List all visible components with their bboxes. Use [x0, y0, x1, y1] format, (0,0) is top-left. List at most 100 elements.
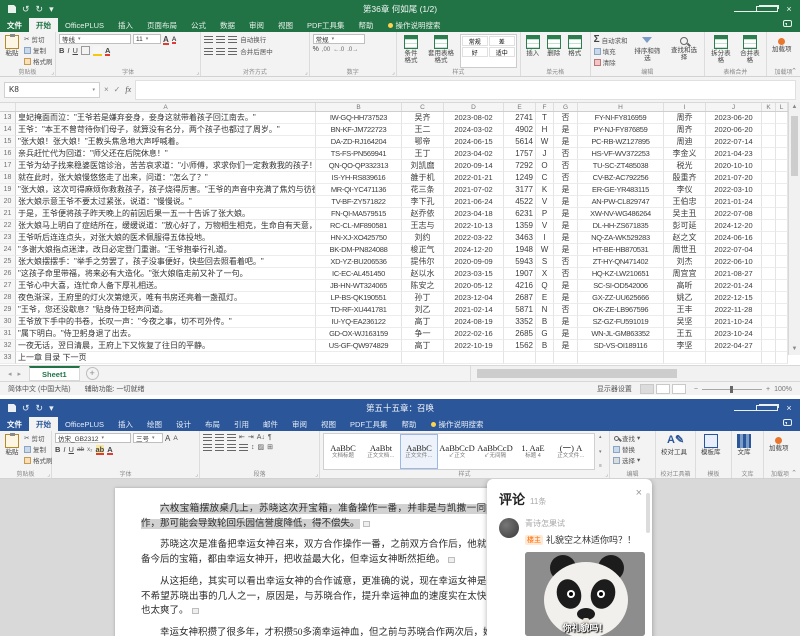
excel-tab-insert[interactable]: 插入	[111, 18, 140, 32]
sheet-next-icon[interactable]: ▸	[18, 370, 22, 378]
align-left-icon[interactable]	[203, 443, 212, 451]
dialog-launcher-icon[interactable]: ⌟	[305, 69, 308, 76]
copy-button[interactable]: 复制	[24, 45, 53, 55]
grow-font-icon[interactable]: A	[165, 434, 170, 443]
excel-row[interactable]: 26 "这孩子命里带福，将来必有大造化。"张大娘临走前又补了一句。 IC-EC-…	[0, 268, 800, 280]
style-chip[interactable]: AaBbt 正文文档…	[363, 435, 399, 468]
align-left-icon[interactable]	[204, 47, 213, 55]
excel-horizontal-scrollbar[interactable]	[470, 366, 800, 381]
excel-row[interactable]: 27 王爷心中大喜，连忙命人备下厚礼相送。 JB-HN-WT324065 陈安之…	[0, 280, 800, 292]
library-button[interactable]: 文库	[735, 433, 753, 470]
styles-gallery[interactable]: AaBbC 文档标题 AaBbt 正文文档… AaBbC 正文文件…	[323, 433, 595, 470]
underline-button[interactable]: U	[73, 46, 78, 55]
avatar[interactable]	[499, 518, 519, 538]
excel-tab-review[interactable]: 审阅	[242, 18, 271, 32]
restore-button[interactable]	[756, 4, 778, 14]
gallery-up-icon[interactable]: ▴	[599, 434, 602, 440]
strikethrough-icon[interactable]: ab	[77, 446, 84, 453]
scrollbar-thumb[interactable]	[791, 116, 798, 176]
gallery-down-icon[interactable]: ▾	[599, 449, 602, 455]
number-format-select[interactable]: 常规▾	[313, 34, 365, 44]
excel-row[interactable]: 28 夜色渐深，王府里的灯火次第熄灭，唯有书房还亮着一盏孤灯。 LP-BS-QK…	[0, 292, 800, 304]
normal-view-button[interactable]	[640, 384, 654, 394]
dialog-launcher-icon[interactable]: ⌟	[605, 471, 608, 478]
minimize-button[interactable]	[734, 4, 756, 14]
addins-button[interactable]: 加载项	[770, 34, 794, 68]
excel-tab-home[interactable]: 开始	[29, 18, 58, 32]
close-icon[interactable]: ×	[636, 487, 642, 499]
word-tab-file[interactable]: 文件	[0, 417, 29, 431]
confirm-entry-icon[interactable]: ✓	[114, 85, 121, 94]
redo-icon[interactable]: ↻	[36, 403, 44, 414]
comma-style-button[interactable]: ,00	[322, 47, 330, 53]
excel-grid[interactable]: 13 皇妃掩面而泣："王爷若是嫌弃妾身，妾身这就带着孩子回江南去。" IW-GQ…	[0, 112, 800, 365]
underline-button[interactable]: U	[69, 445, 74, 454]
excel-row[interactable]: 15 "张大娘！张大娘！"王教头焦急地大声呼喊着。 DA-ZD-RJ164204…	[0, 136, 800, 148]
close-button[interactable]: ×	[778, 4, 800, 14]
excel-tab-file[interactable]: 文件	[0, 18, 29, 32]
find-select-button[interactable]: 查找和选择	[667, 34, 701, 68]
excel-row[interactable]: 32 一夜无话，翌日清晨，王府上下又恢复了往日的平静。 US-GF-QW9748…	[0, 340, 800, 352]
redo-icon[interactable]: ↻	[36, 4, 44, 15]
panda-meme-image[interactable]: 你礼貌吗！	[525, 552, 645, 636]
delete-cells-button[interactable]: 删除	[545, 34, 563, 68]
excel-tab-data[interactable]: 数据	[213, 18, 242, 32]
select-button[interactable]: 选择▾	[613, 455, 640, 465]
bold-button[interactable]: B	[55, 445, 60, 454]
merge-table-button[interactable]: 合并表格	[737, 34, 763, 68]
align-middle-icon[interactable]	[216, 35, 225, 43]
proof-tools-button[interactable]: A✎ 校对工具	[659, 433, 689, 470]
merge-center-button[interactable]: 合并后居中	[240, 46, 273, 56]
italic-button[interactable]: I	[67, 46, 69, 55]
tell-me-search[interactable]: 操作说明搜索	[424, 417, 491, 431]
wrap-text-button[interactable]: 自动换行	[240, 34, 266, 44]
align-center-icon[interactable]	[216, 47, 225, 55]
addins-button[interactable]: 加载项	[767, 433, 791, 470]
restore-button[interactable]	[756, 403, 778, 413]
zoom-slider[interactable]	[702, 389, 762, 390]
fill-color-icon[interactable]	[93, 46, 102, 55]
font-size-select[interactable]: 三号▾	[133, 433, 163, 443]
comment-anchor-icon[interactable]	[448, 557, 455, 563]
zoom-level[interactable]: 100%	[774, 386, 792, 393]
excel-row[interactable]: 17 王爷为幼子找来稳婆医馆诊治，苦苦哀求道："小师傅，求求你们一定救救我的孩子…	[0, 160, 800, 172]
style-chip[interactable]: 1. AaE 正式文件…	[591, 435, 595, 468]
collapse-ribbon-icon[interactable]: ⌃	[791, 67, 797, 75]
word-tab-references[interactable]: 引用	[227, 417, 256, 431]
excel-row[interactable]: 13 皇妃掩面而泣："王爷若是嫌弃妾身，妾身这就带着孩子回江南去。" IW-GQ…	[0, 112, 800, 124]
paste-button[interactable]: 粘贴	[3, 34, 21, 68]
word-tab-review[interactable]: 审阅	[285, 417, 314, 431]
insert-function-icon[interactable]: fx	[125, 85, 131, 94]
scroll-up-icon[interactable]: ▲	[789, 102, 800, 113]
highlight-color-icon[interactable]: ab	[96, 445, 105, 454]
style-chip[interactable]: 1. AaE 标题 4	[515, 435, 551, 468]
sort-icon[interactable]: A↓	[257, 434, 265, 441]
align-center-icon[interactable]	[215, 443, 224, 451]
panel-scrollbar[interactable]	[646, 493, 650, 533]
word-tab-help[interactable]: 帮助	[395, 417, 424, 431]
dialog-launcher-icon[interactable]: ⌟	[315, 471, 318, 478]
excel-row[interactable]: 22 张大娘马上明白了症结所在，缓缓说道："放心好了，万物相生相克，生命自有天意…	[0, 220, 800, 232]
document-page[interactable]: 六枚宝箱摆放桌几上，苏晓这次开宝箱，准备操作一番，并非是与凯撒一同操作，那可能会…	[115, 488, 522, 636]
word-tab-insert[interactable]: 插入	[111, 417, 140, 431]
display-settings-button[interactable]: 显示器设置	[597, 384, 632, 394]
find-button[interactable]: 查找▾	[613, 433, 640, 443]
excel-row[interactable]: 14 王爷："本王不曾苛待你们母子，就算没有名分，两个孩子也都过了周岁。" BN…	[0, 124, 800, 136]
style-chip[interactable]: AaBbC 文档标题	[325, 435, 361, 468]
cut-button[interactable]: ✂剪切	[24, 433, 53, 443]
multilevel-list-icon[interactable]	[227, 433, 236, 441]
undo-icon[interactable]: ↺	[22, 403, 30, 414]
paragraph[interactable]: 幸运女神积攒了很多年，才积攒50多滴幸运神血，但之前与苏晓合作两次后，她	[141, 626, 496, 636]
dialog-launcher-icon[interactable]: ⌟	[392, 69, 395, 76]
style-chip[interactable]: AaBbCcD ↙无间隔	[477, 435, 513, 468]
excel-tab-help[interactable]: 帮助	[352, 18, 381, 32]
word-tab-home[interactable]: 开始	[29, 417, 58, 431]
grow-font-icon[interactable]: A	[163, 35, 169, 44]
excel-vertical-scrollbar[interactable]: ▲ ▼	[788, 102, 800, 355]
excel-row[interactable]: 19 "张大娘，这次可得麻烦你救救孩子，孩子烧得厉害。"王爷的声音中充满了焦灼与…	[0, 184, 800, 196]
increase-decimal-icon[interactable]: ←.0	[333, 47, 344, 53]
word-tab-view[interactable]: 视图	[314, 417, 343, 431]
format-painter-button[interactable]: 格式刷	[24, 455, 53, 465]
sort-filter-button[interactable]: 排序和筛选	[631, 34, 665, 68]
qat-dropdown-icon[interactable]: ▾	[49, 403, 54, 414]
